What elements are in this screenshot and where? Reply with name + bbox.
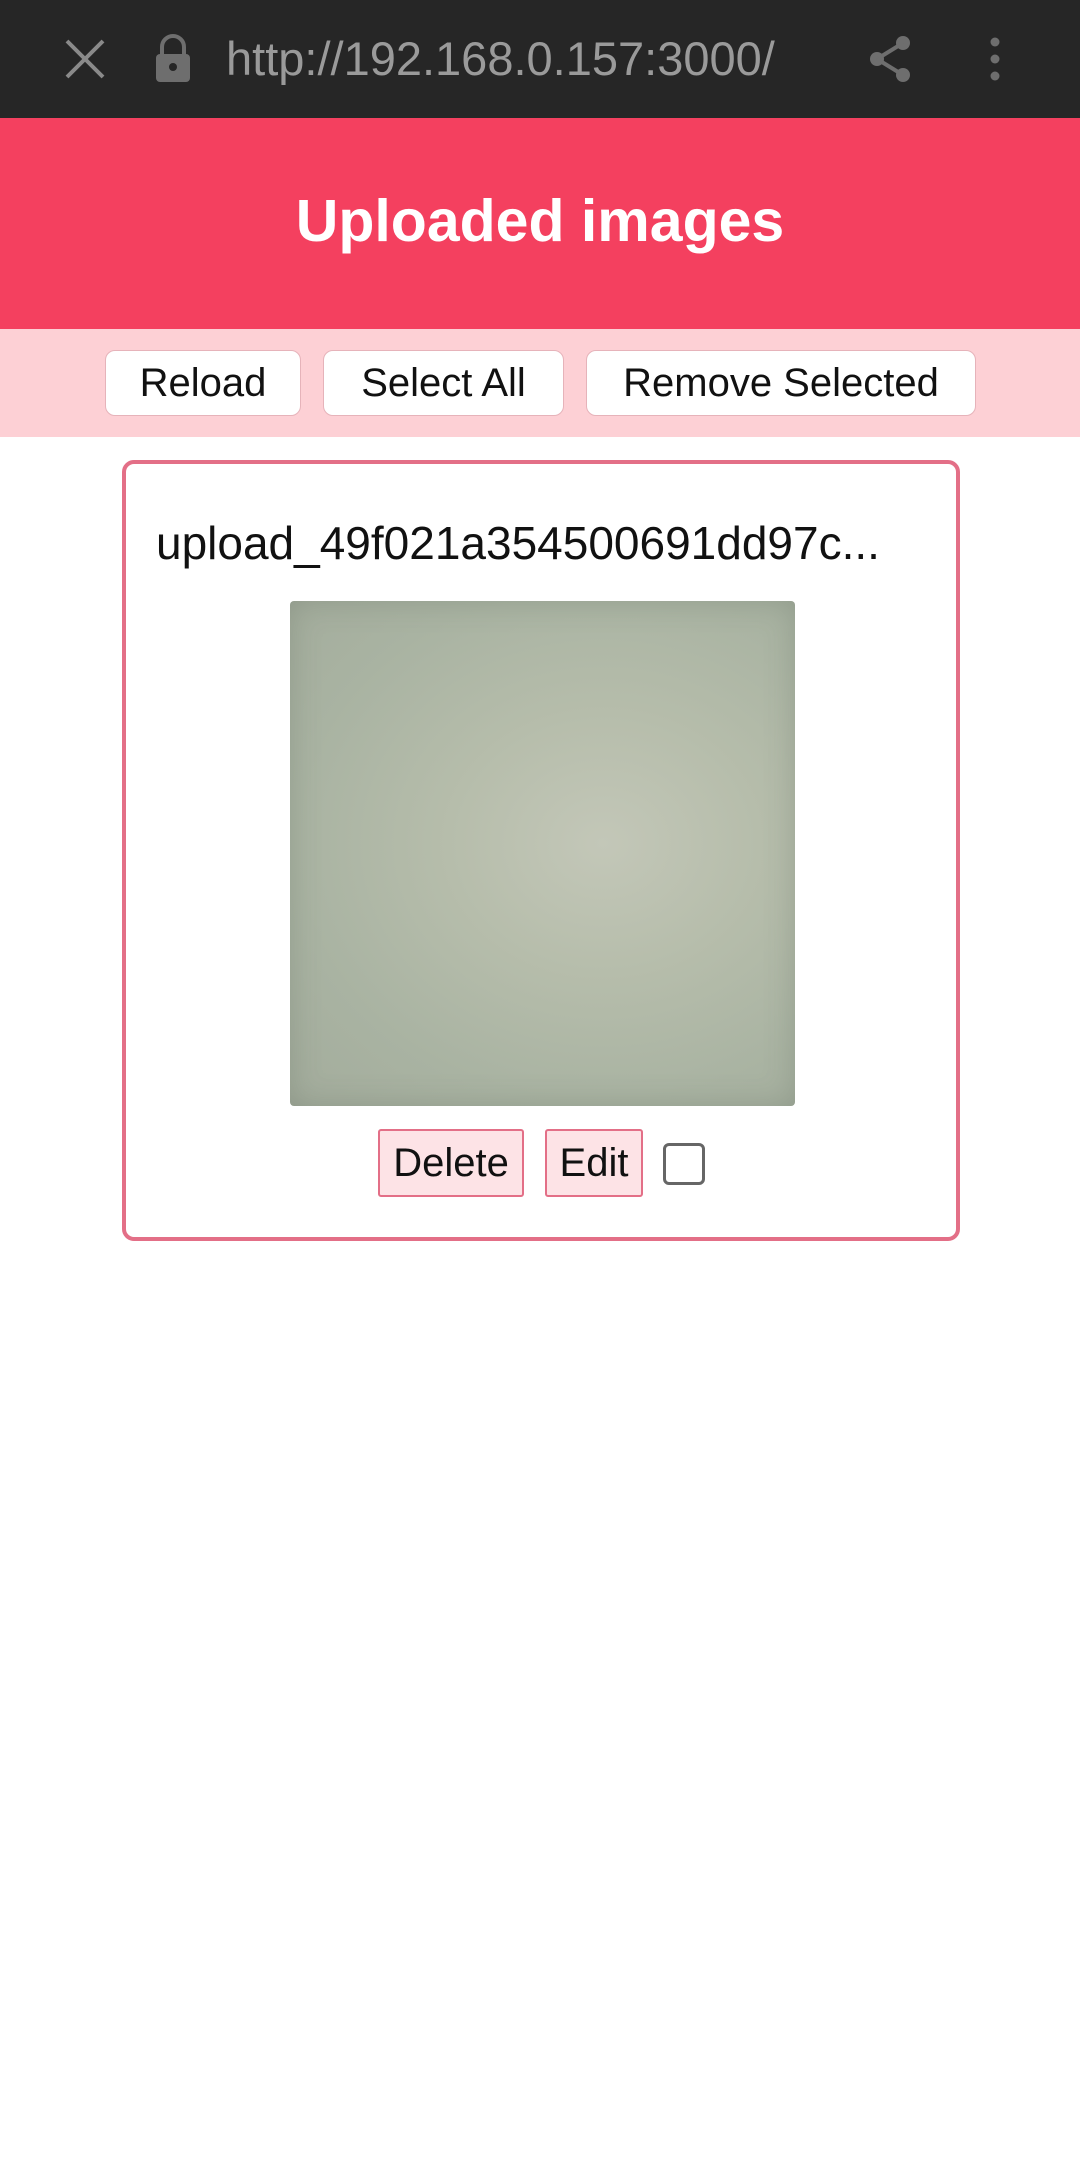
delete-button[interactable]: Delete bbox=[378, 1129, 524, 1197]
share-icon[interactable] bbox=[855, 0, 925, 118]
page-title: Uploaded images bbox=[295, 188, 785, 254]
action-toolbar: Reload Select All Remove Selected bbox=[0, 329, 1080, 437]
reload-button[interactable]: Reload bbox=[105, 350, 301, 416]
select-checkbox[interactable] bbox=[663, 1143, 705, 1185]
close-icon[interactable] bbox=[50, 0, 120, 118]
app-header: Uploaded images bbox=[0, 118, 1080, 329]
image-card: upload_49f021a354500691dd97c... Delete E… bbox=[122, 460, 960, 1241]
browser-toolbar: http://192.168.0.157:3000/ bbox=[0, 0, 1080, 118]
card-actions: Delete Edit bbox=[126, 1129, 956, 1197]
more-vert-icon[interactable] bbox=[960, 0, 1030, 118]
select-all-button[interactable]: Select All bbox=[323, 350, 564, 416]
remove-selected-button[interactable]: Remove Selected bbox=[586, 350, 976, 416]
url-field[interactable]: http://192.168.0.157:3000/ bbox=[226, 0, 846, 118]
lock-icon bbox=[138, 0, 208, 118]
edit-button[interactable]: Edit bbox=[545, 1129, 643, 1197]
image-preview bbox=[290, 601, 795, 1106]
image-filename: upload_49f021a354500691dd97c... bbox=[156, 517, 880, 569]
